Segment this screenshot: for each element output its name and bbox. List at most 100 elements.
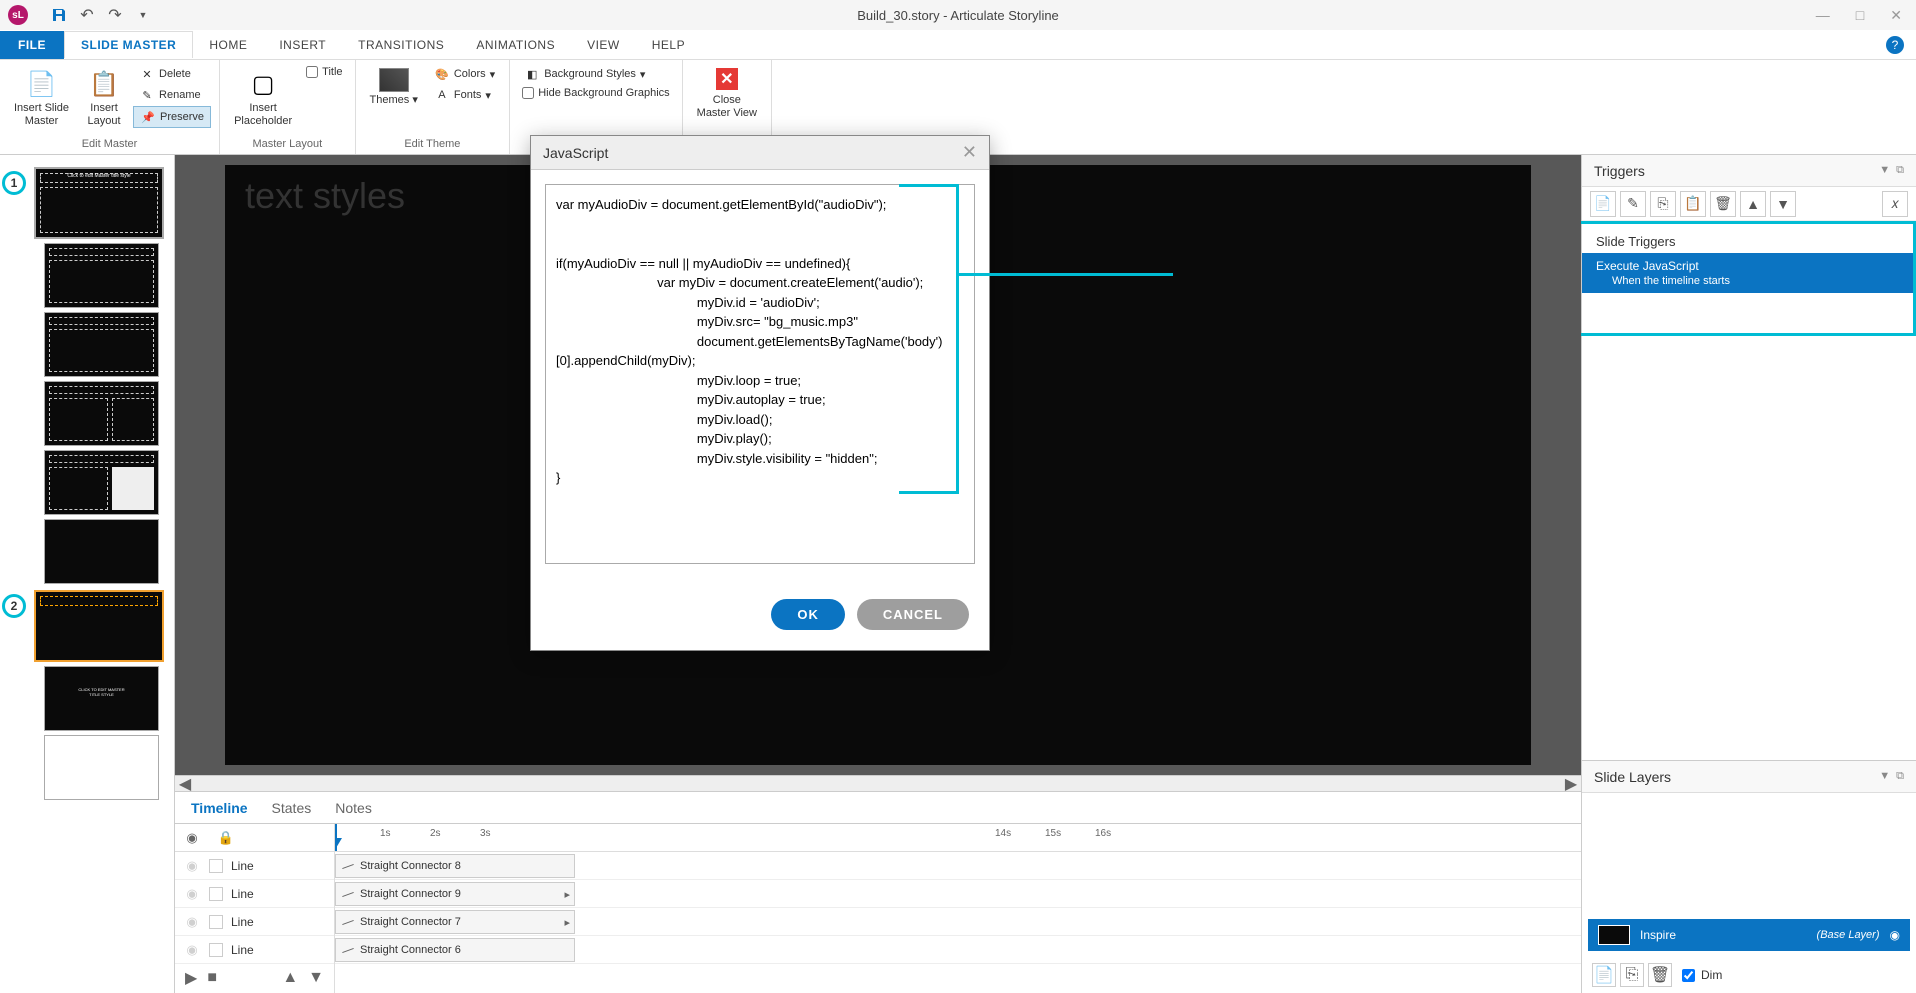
fonts-button[interactable]: AFonts ▾ bbox=[428, 85, 501, 105]
delete-layer-icon[interactable]: 🗑 bbox=[1648, 963, 1672, 987]
insert-layout-button[interactable]: 📋 Insert Layout bbox=[79, 64, 129, 132]
paste-trigger-icon[interactable]: 📋 bbox=[1680, 191, 1706, 217]
eye-icon[interactable]: ◉ bbox=[175, 914, 209, 930]
scroll-left-icon[interactable]: ◀ bbox=[177, 776, 193, 792]
tab-file[interactable]: FILE bbox=[0, 31, 64, 59]
tab-home[interactable]: HOME bbox=[193, 32, 263, 58]
move-up-icon[interactable]: ▲ bbox=[1740, 191, 1766, 217]
new-layer-icon[interactable]: 📄 bbox=[1592, 963, 1616, 987]
dialog-close-icon[interactable]: ✕ bbox=[962, 142, 977, 163]
timeline-segment[interactable]: Straight Connector 8 bbox=[335, 854, 575, 878]
tab-view[interactable]: VIEW bbox=[571, 32, 636, 58]
slide-layout-thumb[interactable] bbox=[44, 312, 159, 377]
lock-icon[interactable] bbox=[209, 915, 223, 929]
preserve-icon: 📌 bbox=[140, 109, 156, 125]
layer-row[interactable]: Inspire (Base Layer) ◉ bbox=[1588, 919, 1910, 951]
app-icon: sL bbox=[8, 5, 28, 25]
duplicate-layer-icon[interactable]: ⎘ bbox=[1620, 963, 1644, 987]
dim-checkbox[interactable] bbox=[1682, 969, 1695, 982]
undo-icon[interactable]: ↶ bbox=[76, 4, 98, 26]
insert-slide-master-button[interactable]: 📄 Insert Slide Master bbox=[8, 64, 75, 132]
popout-icon[interactable]: ⧉ bbox=[1896, 770, 1904, 783]
visibility-column-icon[interactable]: ◉ bbox=[175, 830, 209, 846]
layer-name: Inspire bbox=[1640, 928, 1676, 942]
colors-button[interactable]: 🎨Colors ▾ bbox=[428, 64, 501, 84]
copy-trigger-icon[interactable]: ⎘ bbox=[1650, 191, 1676, 217]
slide-layout-thumb[interactable] bbox=[44, 519, 159, 584]
popout-icon[interactable]: ⧉ bbox=[1896, 164, 1904, 177]
stop-icon[interactable]: ■ bbox=[207, 969, 217, 987]
hide-bg-checkbox[interactable] bbox=[522, 87, 534, 99]
timeline-segment[interactable]: Straight Connector 9▸ bbox=[335, 882, 575, 906]
new-trigger-icon[interactable]: 📄 bbox=[1590, 191, 1616, 217]
lock-icon[interactable] bbox=[209, 887, 223, 901]
tab-transitions[interactable]: TRANSITIONS bbox=[342, 32, 460, 58]
lock-icon[interactable] bbox=[209, 859, 223, 873]
rename-button[interactable]: ✎Rename bbox=[133, 85, 211, 105]
dialog-title: JavaScript bbox=[543, 145, 608, 161]
slide-layout-thumb[interactable]: CLICK TO EDIT MASTER TITLE STYLE bbox=[44, 666, 159, 731]
tab-animations[interactable]: ANIMATIONS bbox=[460, 32, 571, 58]
move-down-icon[interactable]: ▼ bbox=[1770, 191, 1796, 217]
timeline-segment[interactable]: Straight Connector 7▸ bbox=[335, 910, 575, 934]
scroll-right-icon[interactable]: ▶ bbox=[1563, 776, 1579, 792]
help-icon[interactable]: ? bbox=[1886, 36, 1904, 54]
eye-icon[interactable]: ◉ bbox=[175, 886, 209, 902]
move-down-icon[interactable]: ▼ bbox=[308, 969, 324, 987]
delete-button[interactable]: ✕Delete bbox=[133, 64, 211, 84]
dialog-titlebar[interactable]: JavaScript ✕ bbox=[531, 136, 989, 170]
eye-icon[interactable]: ◉ bbox=[175, 858, 209, 874]
horizontal-scrollbar[interactable]: ◀ ▶ bbox=[175, 775, 1581, 791]
maximize-icon[interactable]: □ bbox=[1850, 5, 1870, 26]
tab-slide-master[interactable]: SLIDE MASTER bbox=[64, 31, 193, 58]
cancel-button[interactable]: CANCEL bbox=[857, 599, 969, 630]
qat-dropdown-icon[interactable]: ▼ bbox=[132, 4, 154, 26]
slide-master-thumb-1[interactable]: Click to edit Master title style bbox=[34, 167, 164, 239]
dropdown-icon[interactable]: ▼ bbox=[1879, 770, 1890, 783]
timeline-tick: 15s bbox=[1045, 828, 1061, 839]
close-master-button[interactable]: ✕ Close Master View bbox=[691, 64, 763, 124]
title-checkbox[interactable] bbox=[306, 66, 318, 78]
tab-insert[interactable]: INSERT bbox=[263, 32, 342, 58]
slide-master-thumb-2[interactable] bbox=[34, 590, 164, 662]
minimize-icon[interactable]: — bbox=[1810, 5, 1836, 26]
trigger-item[interactable]: Execute JavaScript When the timeline sta… bbox=[1582, 253, 1913, 293]
slide-layers-pane: Slide Layers ▼⧉ Inspire (Base Layer) ◉ 📄… bbox=[1582, 760, 1916, 993]
slide-layout-thumb[interactable] bbox=[44, 450, 159, 515]
timeline-ruler[interactable]: 1s 2s 3s 14s 15s 16s bbox=[335, 824, 1581, 852]
lock-column-icon[interactable]: 🔒 bbox=[209, 830, 243, 846]
themes-button[interactable]: Themes ▾ bbox=[364, 64, 424, 111]
lock-icon[interactable] bbox=[209, 943, 223, 957]
javascript-textarea[interactable] bbox=[545, 184, 975, 564]
ok-button[interactable]: OK bbox=[771, 599, 845, 630]
edit-trigger-icon[interactable]: ✎ bbox=[1620, 191, 1646, 217]
close-icon[interactable]: ✕ bbox=[1884, 5, 1908, 26]
canvas-placeholder-text[interactable]: text styles bbox=[245, 175, 405, 217]
ribbon-group-master-layout: ▢ Insert Placeholder Title Master Layout bbox=[220, 60, 355, 154]
window-title: Build_30.story - Articulate Storyline bbox=[857, 8, 1059, 23]
delete-trigger-icon[interactable]: 🗑 bbox=[1710, 191, 1736, 217]
close-master-icon: ✕ bbox=[716, 68, 738, 90]
dropdown-icon[interactable]: ▼ bbox=[1879, 164, 1890, 177]
playhead[interactable] bbox=[335, 824, 337, 851]
slide-layout-thumb[interactable] bbox=[44, 243, 159, 308]
timeline-segment[interactable]: Straight Connector 6 bbox=[335, 938, 575, 962]
layer-visibility-icon[interactable]: ◉ bbox=[1890, 928, 1900, 942]
insert-placeholder-button[interactable]: ▢ Insert Placeholder bbox=[228, 64, 298, 132]
tab-timeline[interactable]: Timeline bbox=[191, 796, 248, 820]
slide-layout-thumb[interactable] bbox=[44, 381, 159, 446]
tab-states[interactable]: States bbox=[272, 796, 312, 820]
preserve-button[interactable]: 📌Preserve bbox=[133, 106, 211, 128]
move-up-icon[interactable]: ▲ bbox=[282, 969, 298, 987]
bg-styles-button[interactable]: ◧Background Styles ▾ bbox=[518, 64, 673, 84]
slide-panel[interactable]: 1 Click to edit Master title style 2 CLI… bbox=[0, 155, 175, 993]
variables-icon[interactable]: 𝑥 bbox=[1882, 191, 1908, 217]
slide-layout-thumb[interactable] bbox=[44, 735, 159, 800]
redo-icon[interactable]: ↷ bbox=[104, 4, 126, 26]
eye-icon[interactable]: ◉ bbox=[175, 942, 209, 958]
tab-notes[interactable]: Notes bbox=[335, 796, 372, 820]
tab-help[interactable]: HELP bbox=[636, 32, 701, 58]
play-icon[interactable]: ▶ bbox=[185, 968, 197, 988]
timeline-track-area[interactable]: 1s 2s 3s 14s 15s 16s Straight Connector … bbox=[335, 824, 1581, 993]
save-icon[interactable] bbox=[48, 4, 70, 26]
